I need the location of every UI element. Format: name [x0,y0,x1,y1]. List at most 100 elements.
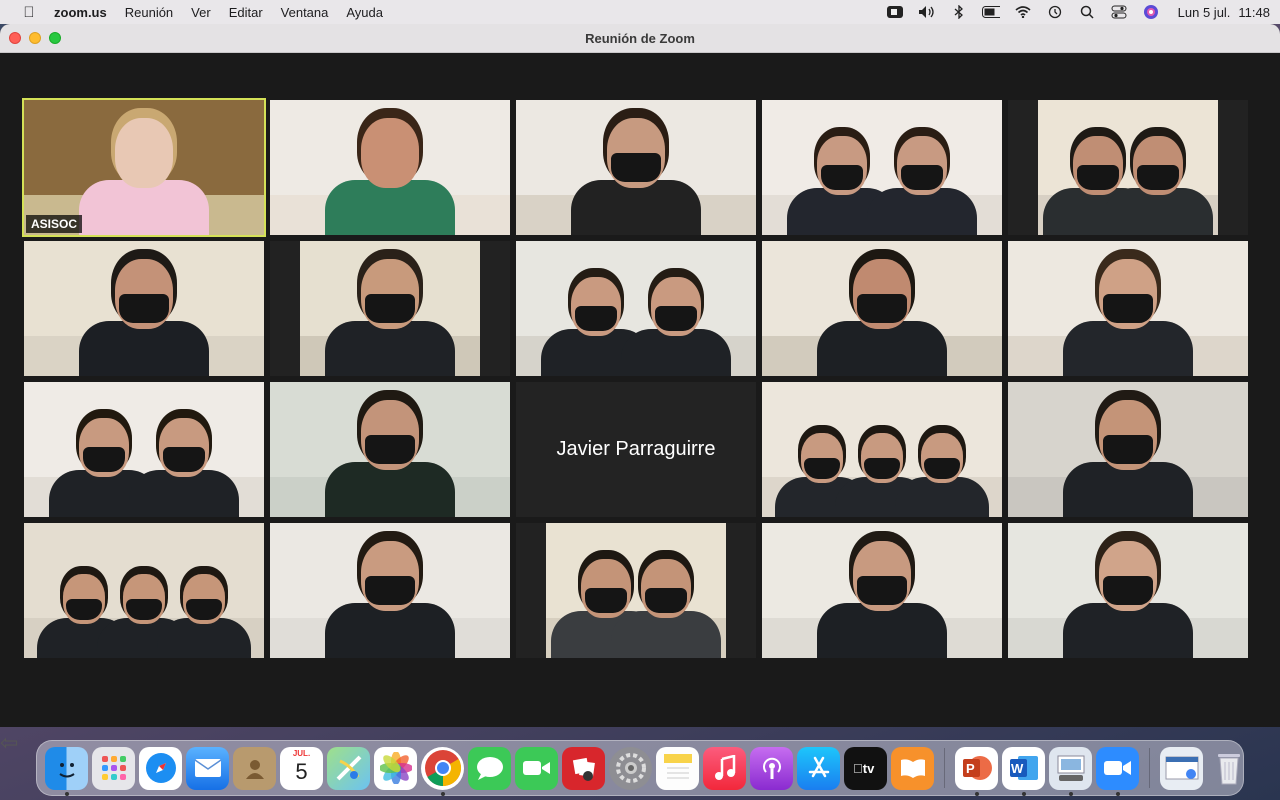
participant-tile[interactable] [24,523,264,658]
participant-figure [516,241,756,376]
participant-tile[interactable]: Javier Parraguirre [516,382,756,517]
participant-figure [762,382,1002,517]
menu-clock[interactable]: Lun 5 jul. 11:48 [1178,5,1270,20]
participant-figure [762,241,1002,376]
participant-tile[interactable] [1008,523,1248,658]
participant-figure [24,382,264,517]
app-store-icon[interactable] [797,746,840,790]
face-mask [365,435,415,465]
volume-icon[interactable] [918,4,936,20]
messages-icon[interactable] [468,746,511,790]
photo-booth-icon[interactable] [562,746,605,790]
participant-figure [270,382,510,517]
participant-figure [1008,241,1248,376]
participant-video [516,100,756,235]
menu-app-name[interactable]: zoom.us [54,5,107,20]
face-mask [1103,576,1153,606]
contacts-icon[interactable] [233,746,276,790]
participant-tile[interactable] [762,100,1002,235]
wifi-icon[interactable] [1014,4,1032,20]
face-mask [654,306,698,332]
notes-icon[interactable] [656,746,699,790]
menu-date: Lun 5 jul. [1177,4,1231,20]
trash-icon[interactable] [1207,747,1250,790]
launchpad-icon[interactable] [92,746,135,790]
control-center-icon[interactable] [1110,4,1128,20]
menu-ventana[interactable]: Ventana [281,5,329,20]
maximize-window-button[interactable] [49,32,61,44]
participant-tile[interactable] [270,241,510,376]
participant-tile[interactable] [24,241,264,376]
menu-reunion[interactable]: Reunión [125,5,173,20]
camera-icon[interactable] [886,4,904,20]
face-mask [186,598,222,621]
mail-icon[interactable] [186,746,229,790]
close-window-button[interactable] [9,32,21,44]
participant-video [270,100,510,235]
zoom-meeting-window: Reunión de Zoom ASISOC Javier Parraguirre [0,24,1280,727]
participant-video [546,523,726,658]
participant-tile[interactable] [270,523,510,658]
downloads-stack-icon[interactable] [1160,746,1203,790]
participant-video [24,241,264,376]
participant-figure [24,523,264,658]
participant-name-label: ASISOC [26,215,83,233]
participant-video [24,382,264,517]
participant-tile[interactable]: ASISOC [22,98,266,237]
participant-video [1008,241,1248,376]
minimize-window-button[interactable] [29,32,41,44]
books-icon[interactable] [891,746,934,790]
svg-text:tv: tv [853,761,875,776]
participant-figure [300,241,480,376]
apple-tv-icon[interactable]: tv [844,746,887,790]
svg-text:P: P [966,761,975,776]
finder-icon[interactable] [45,746,88,796]
music-icon[interactable] [703,746,746,790]
participant-tile[interactable] [1008,241,1248,376]
zoom-icon[interactable] [1096,746,1139,796]
face-mask [900,165,944,191]
chrome-icon[interactable] [421,746,464,796]
participant-video [1038,100,1218,235]
participant-tile[interactable] [1008,100,1248,235]
bluetooth-icon[interactable] [950,4,968,20]
menu-editar[interactable]: Editar [229,5,263,20]
dock-separator [1149,748,1150,788]
battery-icon[interactable] [981,4,1000,20]
safari-icon[interactable] [139,746,182,790]
powerpoint-icon[interactable]: P [955,746,998,796]
participant-video [762,100,1002,235]
window-titlebar[interactable]: Reunión de Zoom [0,24,1280,53]
participant-tile[interactable] [762,241,1002,376]
siri-icon[interactable] [1142,4,1160,20]
participant-tile[interactable] [1008,382,1248,517]
podcasts-icon[interactable] [750,746,793,790]
participant-tile[interactable] [516,241,756,376]
svg-text:W: W [1011,761,1024,776]
participant-tile[interactable] [516,100,756,235]
system-preferences-icon[interactable] [609,746,652,790]
calendar-icon[interactable]: JUL. 5 [280,746,323,790]
participant-video [762,382,1002,517]
maps-icon[interactable] [327,746,370,790]
facetime-icon[interactable] [515,746,558,790]
participant-tile[interactable] [270,100,510,235]
participant-tile[interactable] [270,382,510,517]
face-mask [857,576,907,606]
participant-tile[interactable] [762,382,1002,517]
apple-menu-icon[interactable]:  [18,4,40,21]
participant-video [762,523,1002,658]
menu-ayuda[interactable]: Ayuda [346,5,383,20]
menu-ver[interactable]: Ver [191,5,211,20]
search-icon[interactable] [1078,4,1096,20]
participant-tile[interactable] [516,523,756,658]
participant-video [1008,382,1248,517]
face-mask [857,294,907,324]
preview-icon[interactable] [1049,746,1092,796]
participant-tile[interactable] [762,523,1002,658]
time-machine-icon[interactable] [1046,4,1064,20]
participant-tile[interactable] [24,382,264,517]
participant-figure [762,523,1002,658]
word-icon[interactable]: W [1002,746,1045,796]
photos-icon[interactable] [374,746,417,790]
